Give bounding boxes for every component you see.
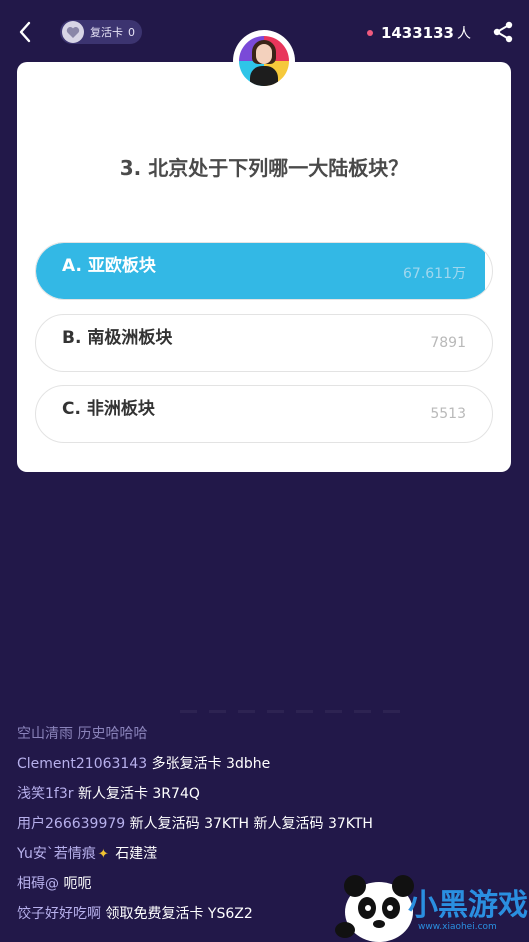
live-dot-icon xyxy=(366,30,373,36)
heart-icon xyxy=(62,21,84,43)
chat-username[interactable]: 浅笑1f3r xyxy=(17,786,74,802)
revive-card-label: 复活卡 xyxy=(90,26,123,39)
option-a[interactable]: A. 亚欧板块 67.611万 xyxy=(35,242,493,300)
chat-message: 浅笑1f3r 新人复活卡 3R74Q xyxy=(17,784,517,814)
back-button[interactable] xyxy=(14,18,38,46)
chat-username[interactable]: Clement21063143 xyxy=(17,756,147,772)
option-c[interactable]: C. 非洲板块 5513 xyxy=(35,385,493,443)
chat-text: 历史哈哈哈 xyxy=(77,726,148,742)
chat-text: 新人复活码 37KTH 新人复活码 37KTH xyxy=(129,816,373,832)
chat-fade-divider xyxy=(180,710,400,714)
chat-text: 石建滢 xyxy=(115,846,158,862)
share-icon xyxy=(493,21,513,43)
chat-message: 空山清雨 历史哈哈哈 xyxy=(17,724,517,754)
option-b-label: B. 南极洲板块 xyxy=(62,328,173,348)
chat-username[interactable]: 相碍@ xyxy=(17,876,59,892)
watermark-url: www.xiaohei.com xyxy=(418,922,497,932)
revive-card-count: 0 xyxy=(128,25,135,39)
online-counter: 1433133 人 xyxy=(366,23,471,43)
chevron-left-icon xyxy=(19,21,31,43)
option-a-label: A. 亚欧板块 xyxy=(62,256,156,276)
chat-text: 新人复活卡 3R74Q xyxy=(77,786,200,802)
sparkle-icon: ✦ xyxy=(97,847,109,862)
chat-username[interactable]: 饺子好好吃啊 xyxy=(17,906,101,922)
avatar-image xyxy=(239,36,289,86)
chat-text: 呃呃 xyxy=(63,876,92,892)
chat-message: Clement21063143 多张复活卡 3dbhe xyxy=(17,754,517,784)
option-a-count: 67.611万 xyxy=(403,266,466,282)
chat-username[interactable]: 用户266639979 xyxy=(17,816,125,832)
chat-username[interactable]: Yu安`若情痕 xyxy=(17,846,96,862)
online-count: 1433133 xyxy=(380,24,454,42)
question-card: 3. 北京处于下列哪一大陆板块？ A. 亚欧板块 67.611万 B. 南极洲板… xyxy=(17,62,511,472)
online-unit: 人 xyxy=(457,26,471,42)
chat-text: 多张复活卡 3dbhe xyxy=(151,756,271,772)
option-c-count: 5513 xyxy=(430,406,466,422)
chat-text: 领取免费复活卡 YS6Z2 xyxy=(105,906,253,922)
option-b-count: 7891 xyxy=(430,335,466,351)
option-c-label: C. 非洲板块 xyxy=(62,399,155,419)
chat-message: 用户266639979 新人复活码 37KTH 新人复活码 37KTH xyxy=(17,814,517,844)
question-text: 3. 北京处于下列哪一大陆板块？ xyxy=(119,156,409,180)
revive-card-badge[interactable]: 复活卡 0 xyxy=(60,20,142,44)
host-avatar xyxy=(233,30,295,92)
option-b[interactable]: B. 南极洲板块 7891 xyxy=(35,314,493,372)
chat-username[interactable]: 空山清雨 xyxy=(17,726,73,742)
share-button[interactable] xyxy=(491,20,515,44)
watermark-text: 小黑游戏 xyxy=(408,888,528,923)
